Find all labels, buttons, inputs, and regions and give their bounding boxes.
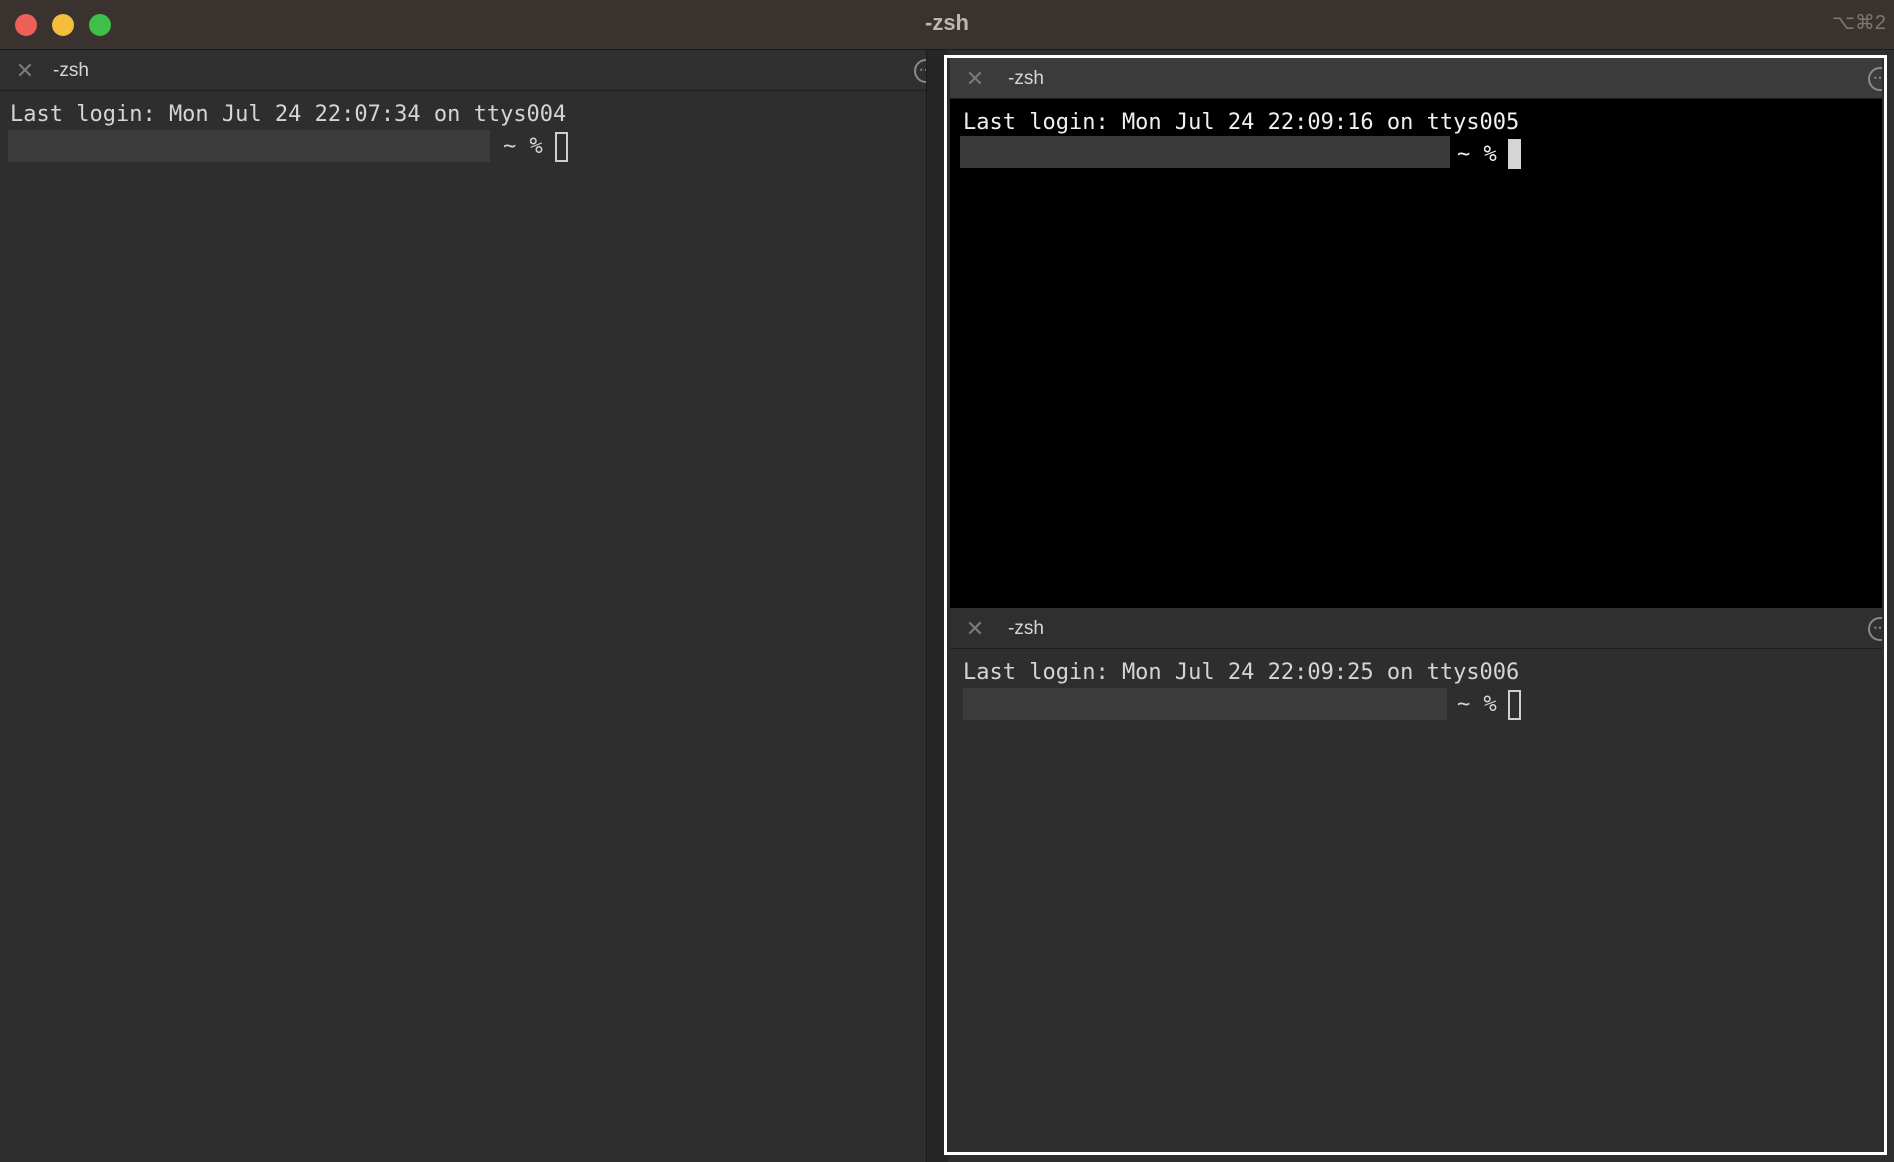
cursor <box>555 132 568 162</box>
more-options-icon[interactable]: ⋯ <box>1868 617 1882 641</box>
cursor <box>1508 139 1521 169</box>
login-line: Last login: Mon Jul 24 22:09:16 on ttys0… <box>963 110 1520 135</box>
split-divider[interactable] <box>926 50 948 1162</box>
terminal-output[interactable]: Last login: Mon Jul 24 22:09:16 on ttys0… <box>950 100 1882 608</box>
pane-top-right[interactable]: ✕ -zsh ⋯ Last login: Mon Jul 24 22:09:16… <box>950 58 1882 608</box>
pane-header: ✕ -zsh ⋯ <box>950 58 1882 99</box>
window-shortcut: ⌥⌘2 <box>1831 12 1886 34</box>
prompt: ~ % <box>1457 142 1497 167</box>
pane-left[interactable]: ✕ -zsh ⋯ Last login: Mon Jul 24 22:07:34… <box>0 50 926 1162</box>
pane-title: -zsh <box>53 60 89 81</box>
prompt: ~ % <box>1457 692 1497 717</box>
pane-header: ✕ -zsh ⋯ <box>950 608 1882 649</box>
login-line: Last login: Mon Jul 24 22:09:25 on ttys0… <box>963 660 1520 685</box>
pane-header: ✕ -zsh ⋯ <box>0 50 926 91</box>
close-icon[interactable]: ✕ <box>14 60 36 82</box>
terminal-output[interactable]: Last login: Mon Jul 24 22:09:25 on ttys0… <box>950 650 1882 1154</box>
close-icon[interactable]: ✕ <box>964 618 986 640</box>
pane-title: -zsh <box>1008 68 1044 89</box>
more-options-icon[interactable]: ⋯ <box>914 59 926 83</box>
terminal-output[interactable]: Last login: Mon Jul 24 22:07:34 on ttys0… <box>0 92 926 1162</box>
redacted-username <box>960 136 1450 168</box>
prompt: ~ % <box>503 134 543 159</box>
cursor <box>1508 690 1521 720</box>
login-line: Last login: Mon Jul 24 22:07:34 on ttys0… <box>10 102 567 127</box>
more-options-icon[interactable]: ⋯ <box>1868 67 1882 91</box>
title-bar[interactable]: -zsh ⌥⌘2 <box>0 0 1894 50</box>
window-title: -zsh <box>925 10 969 35</box>
pane-bottom-right[interactable]: ✕ -zsh ⋯ Last login: Mon Jul 24 22:09:25… <box>950 608 1882 1154</box>
terminal-window: -zsh ⌥⌘2 ✕ -zsh ⋯ Last login: Mon Jul 24… <box>0 0 1894 1162</box>
redacted-username <box>963 688 1447 720</box>
redacted-username <box>8 130 490 162</box>
close-icon[interactable]: ✕ <box>964 68 986 90</box>
pane-title: -zsh <box>1008 618 1044 639</box>
